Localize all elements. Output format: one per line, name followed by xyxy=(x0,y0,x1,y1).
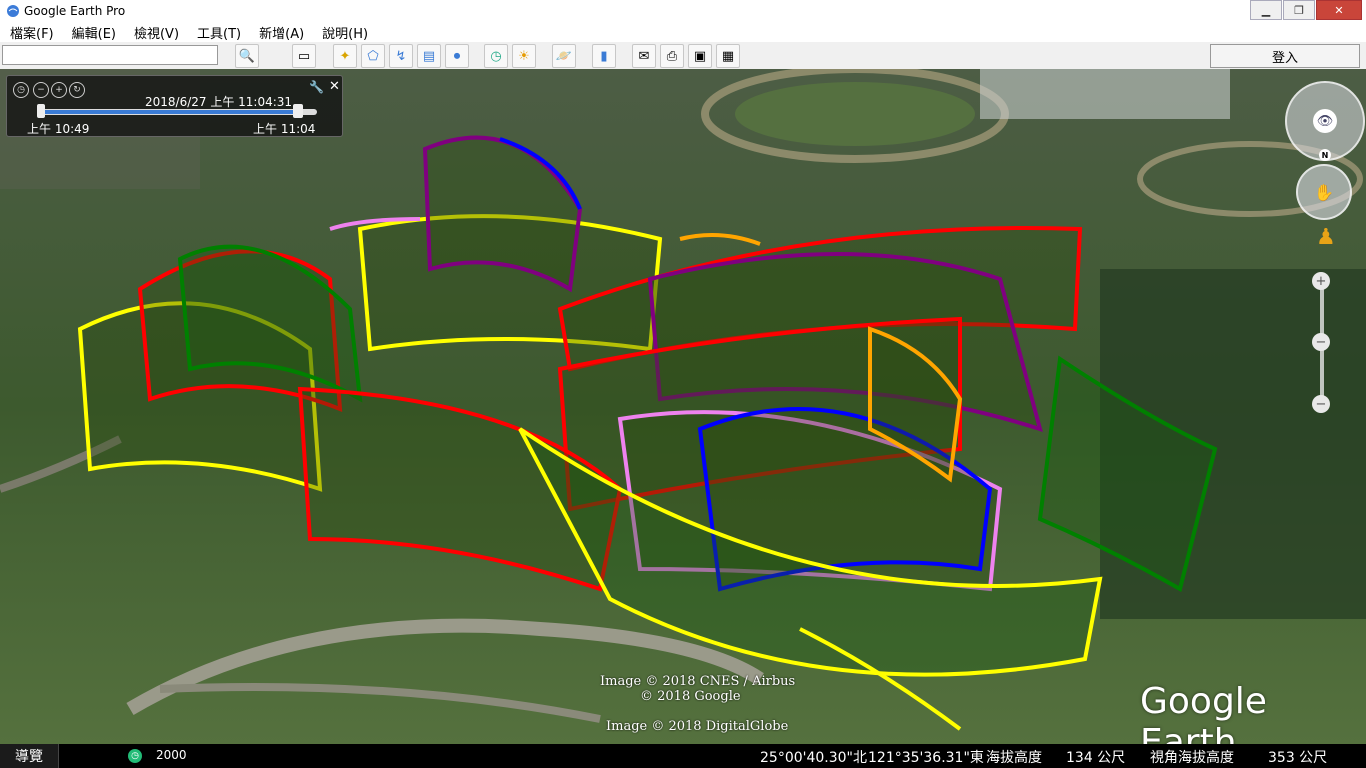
google-earth-logo: Google Earth xyxy=(1140,681,1267,744)
look-control[interactable]: 👁 N xyxy=(1285,81,1365,161)
zoom-in-time-icon[interactable]: + xyxy=(51,82,67,98)
email-icon: ✉ xyxy=(638,48,650,64)
add-overlay-button[interactable]: ▤ xyxy=(417,44,441,68)
historical-imagery-button[interactable]: ◷ xyxy=(484,44,508,68)
toolbar: 🔍 ▭ ✦ ⬠ ↯ ▤ ⏺ ◷ ☀ 🪐 ▮ ✉ ⎙ ▣ ▦ 登入 xyxy=(0,42,1366,70)
search-button[interactable]: 🔍 xyxy=(235,44,259,68)
placemark-icon: ✦ xyxy=(339,48,351,64)
hand-icon: ✋ xyxy=(1314,182,1334,202)
login-button[interactable]: 登入 xyxy=(1210,44,1360,68)
menu-add[interactable]: 新增(A) xyxy=(249,23,312,42)
planets-icon: 🪐 xyxy=(555,48,573,64)
minimize-button[interactable]: ▁ xyxy=(1250,0,1282,20)
satellite-imagery xyxy=(0,69,1366,744)
menu-edit[interactable]: 編輯(E) xyxy=(62,23,124,42)
zoom-out-button[interactable]: − xyxy=(1312,395,1330,413)
imagery-attribution-digitalglobe: Image © 2018 DigitalGlobe xyxy=(606,719,789,734)
clock-icon[interactable]: ◷ xyxy=(13,82,29,98)
record-tour-button[interactable]: ⏺ xyxy=(445,44,469,68)
map-viewport[interactable]: ◷ − + ↻ 2018/6/27 上午 11:04:31 上午 10:49 上… xyxy=(0,69,1366,744)
historical-imagery-icon: ◷ xyxy=(490,48,502,64)
ruler-icon: ▮ xyxy=(600,48,608,64)
search-icon: 🔍 xyxy=(238,48,256,64)
window-title: Google Earth Pro xyxy=(24,4,126,18)
eye-altitude-label: 視角海拔高度 xyxy=(1150,750,1234,766)
path-icon: ↯ xyxy=(395,48,407,64)
eye-altitude-value: 353 公尺 xyxy=(1268,750,1328,766)
menu-help[interactable]: 說明(H) xyxy=(312,23,376,42)
imagery-year: 2000 xyxy=(156,748,187,762)
imagery-attribution-cnes: Image © 2018 CNES / Airbus xyxy=(600,674,796,689)
time-end-handle[interactable] xyxy=(293,104,303,118)
title-bar: Google Earth Pro ▁ ❐ ✕ xyxy=(0,0,1366,22)
print-button[interactable]: ⎙ xyxy=(660,44,684,68)
print-icon: ⎙ xyxy=(666,48,678,64)
email-button[interactable]: ✉ xyxy=(632,44,656,68)
time-start-handle[interactable] xyxy=(37,104,45,118)
search-input[interactable] xyxy=(2,45,218,65)
historical-imagery-icon[interactable]: ◷ xyxy=(128,749,142,763)
ruler-button[interactable]: ▮ xyxy=(592,44,616,68)
menu-view[interactable]: 檢視(V) xyxy=(124,23,187,42)
view-in-maps-icon: ▦ xyxy=(721,48,735,64)
time-current: 2018/6/27 上午 11:04:31 xyxy=(145,95,293,109)
zoom-out-time-icon[interactable]: − xyxy=(33,82,49,98)
time-end-label: 上午 11:04 xyxy=(253,122,316,136)
window-controls: ▁ ❐ ✕ xyxy=(1249,0,1362,20)
menu-bar: 檔案(F) 編輯(E) 檢視(V) 工具(T) 新增(A) 說明(H) xyxy=(0,22,1366,42)
add-path-button[interactable]: ↯ xyxy=(389,44,413,68)
menu-file[interactable]: 檔案(F) xyxy=(0,23,62,42)
street-view-pegman-icon[interactable]: ♟ xyxy=(1316,225,1336,250)
record-tour-icon: ⏺ xyxy=(453,48,461,64)
planets-button[interactable]: 🪐 xyxy=(552,44,576,68)
restore-button[interactable]: ❐ xyxy=(1283,0,1315,20)
longitude: 121°35'36.31"東 xyxy=(868,750,984,766)
sidebar-toggle-button[interactable]: ▭ xyxy=(292,44,316,68)
close-button[interactable]: ✕ xyxy=(1316,0,1362,20)
menu-tools[interactable]: 工具(T) xyxy=(187,23,249,42)
sunlight-icon: ☀ xyxy=(518,48,530,64)
save-image-button[interactable]: ▣ xyxy=(688,44,712,68)
status-bar: 導覽 ◷ 2000 25°00'40.30"北 121°35'36.31"東 海… xyxy=(0,744,1366,768)
play-settings-icon[interactable]: ↻ xyxy=(69,82,85,98)
latitude: 25°00'40.30"北 xyxy=(760,750,867,766)
imagery-attribution-google: © 2018 Google xyxy=(640,689,741,704)
eye-icon: 👁 xyxy=(1313,109,1337,133)
google-earth-app-icon xyxy=(7,5,19,17)
sunlight-button[interactable]: ☀ xyxy=(512,44,536,68)
move-control[interactable]: ✋ xyxy=(1296,164,1352,220)
zoom-thumb[interactable]: − xyxy=(1312,333,1330,351)
add-placemark-button[interactable]: ✦ xyxy=(333,44,357,68)
polygon-icon: ⬠ xyxy=(367,48,379,64)
save-image-icon: ▣ xyxy=(693,48,707,64)
add-polygon-button[interactable]: ⬠ xyxy=(361,44,385,68)
wrench-icon[interactable]: 🔧 xyxy=(309,80,324,94)
time-slider: ◷ − + ↻ 2018/6/27 上午 11:04:31 上午 10:49 上… xyxy=(6,75,343,137)
time-progress-fill xyxy=(41,110,297,114)
close-icon[interactable]: ✕ xyxy=(329,79,340,94)
altitude-label: 海拔高度 xyxy=(986,750,1042,766)
tour-button[interactable]: 導覽 xyxy=(0,744,59,768)
north-indicator[interactable]: N xyxy=(1319,149,1331,161)
altitude-value: 134 公尺 xyxy=(1066,750,1126,766)
overlay-icon: ▤ xyxy=(422,48,436,64)
sidebar-icon: ▭ xyxy=(297,48,311,64)
view-in-maps-button[interactable]: ▦ xyxy=(716,44,740,68)
time-start-label: 上午 10:49 xyxy=(27,122,90,136)
zoom-in-button[interactable]: + xyxy=(1312,272,1330,290)
